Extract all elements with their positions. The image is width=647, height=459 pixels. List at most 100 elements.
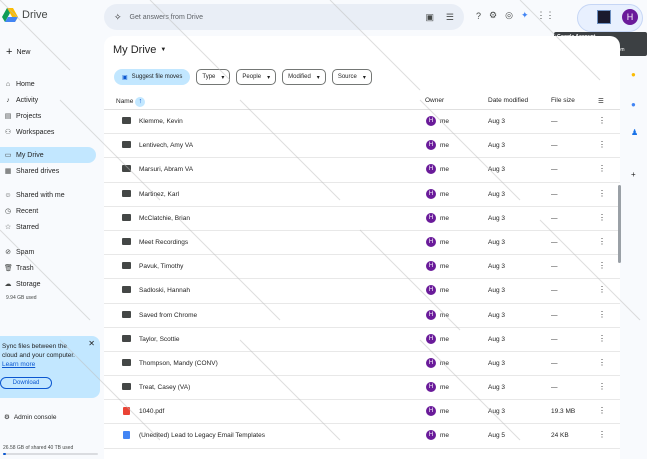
close-icon[interactable]: ✕: [88, 339, 95, 348]
more-options-icon[interactable]: ⋮: [598, 213, 606, 222]
more-options-icon[interactable]: ⋮: [598, 116, 606, 125]
file-name[interactable]: Martinez, Karl: [139, 191, 179, 198]
file-name[interactable]: Thompson, Mandy (CONV): [139, 360, 218, 367]
more-options-icon[interactable]: ⋮: [598, 285, 606, 294]
settings-icon[interactable]: ⚙: [489, 10, 497, 21]
file-name[interactable]: McClatchie, Brian: [139, 215, 190, 222]
file-size: —: [551, 238, 558, 246]
owner-avatar: H: [426, 333, 436, 344]
table-row[interactable]: McClatchie, Brian Hme Aug 3 — ⋮: [104, 207, 620, 231]
owner-avatar: H: [426, 357, 436, 368]
sidebar-item-shared-drives[interactable]: ▦ Shared drives: [0, 163, 96, 179]
admin-console-link[interactable]: ⚙ Admin console: [4, 413, 57, 422]
new-button[interactable]: + New: [2, 41, 42, 63]
file-name[interactable]: 1040.pdf: [139, 408, 164, 415]
download-button[interactable]: Download: [0, 377, 52, 389]
scrollbar[interactable]: [618, 185, 621, 263]
contacts-icon[interactable]: ♟: [631, 128, 638, 137]
table-row[interactable]: Meet Recordings Hme Aug 3 — ⋮: [104, 231, 620, 256]
people-icon: ☺: [4, 191, 12, 199]
tasks-icon[interactable]: ●: [631, 100, 636, 109]
table-row[interactable]: Klemme, Kevin Hme Aug 3 — ⋮: [104, 110, 620, 135]
file-name[interactable]: Klemme, Kevin: [139, 118, 183, 125]
more-options-icon[interactable]: ⋮: [598, 334, 606, 343]
sidebar-item-shared-with-me[interactable]: ☺ Shared with me: [0, 187, 96, 203]
filter-people[interactable]: People ▾: [236, 69, 277, 85]
column-name[interactable]: Name ↑: [116, 97, 146, 107]
table-row[interactable]: Marsuri, Abram VA Hme Aug 3 — ⋮: [104, 158, 620, 183]
filter-type[interactable]: Type ▾: [196, 69, 231, 85]
sort-arrow-icon[interactable]: ↑: [135, 97, 146, 107]
sort-options-icon[interactable]: ☰: [598, 97, 604, 105]
search-input[interactable]: Get answers from Drive: [130, 14, 204, 21]
table-row[interactable]: Saved from Chrome Hme Aug 3 — ⋮: [104, 304, 620, 328]
help-icon[interactable]: ?: [476, 11, 481, 21]
search-bar[interactable]: ✧ Get answers from Drive ▣ ☰: [104, 4, 464, 30]
more-options-icon[interactable]: ⋮: [598, 261, 606, 270]
suggest-file-moves-button[interactable]: ▣ Suggest file moves: [114, 69, 191, 85]
filter-bar: ▣ Suggest file moves Type ▾ People ▾ Modif…: [114, 69, 372, 85]
search-options-icon[interactable]: ☰: [446, 12, 454, 23]
file-name[interactable]: Sadloski, Hannah: [139, 287, 190, 294]
table-row[interactable]: Taylor, Scottie Hme Aug 3 — ⋮: [104, 328, 620, 352]
table-row[interactable]: Treat, Casey (VA) Hme Aug 3 — ⋮: [104, 376, 620, 401]
more-options-icon[interactable]: ⋮: [598, 310, 606, 319]
sidebar-item-activity[interactable]: ♪ Activity: [0, 92, 96, 108]
more-options-icon[interactable]: ⋮: [598, 140, 606, 149]
file-name[interactable]: Taylor, Scottie: [139, 336, 179, 343]
filter-modified[interactable]: Modified ▾: [282, 69, 326, 85]
more-options-icon[interactable]: ⋮: [598, 358, 606, 367]
sidebar-item-recent[interactable]: ◷ Recent: [0, 203, 96, 219]
account-avatar[interactable]: H: [622, 9, 638, 25]
more-options-icon[interactable]: ⋮: [598, 189, 606, 198]
sidebar-item-my-drive[interactable]: ▭ My Drive: [0, 147, 96, 163]
column-owner[interactable]: Owner: [425, 97, 444, 104]
admin-console-label: Admin console: [13, 413, 57, 421]
folder-icon: [122, 286, 131, 294]
sidebar-item-storage[interactable]: ☁ Storage: [0, 276, 96, 292]
apps-grid-icon[interactable]: ⋮⋮: [537, 10, 555, 21]
table-row[interactable]: Lentivech, Amy VA Hme Aug 3 — ⋮: [104, 134, 620, 159]
more-options-icon[interactable]: ⋮: [598, 430, 606, 439]
sidebar-item-label: Activity: [16, 96, 39, 104]
file-name[interactable]: Meet Recordings: [139, 239, 188, 246]
forms-icon[interactable]: ◎: [505, 10, 513, 21]
table-row[interactable]: 1040.pdf Hme Aug 3 19.3 MB ⋮: [104, 400, 620, 425]
dropdown-icon: ▾: [362, 74, 366, 81]
table-row[interactable]: (Unedited) Lead to Legacy Email Template…: [104, 424, 620, 449]
file-name[interactable]: Saved from Chrome: [139, 312, 197, 319]
gemini-icon[interactable]: ✦: [521, 10, 529, 21]
drive-logo[interactable]: Drive: [2, 8, 48, 22]
sidebar-item-starred[interactable]: ☆ Starred: [0, 219, 96, 235]
file-name[interactable]: Marsuri, Abram VA: [139, 166, 193, 173]
add-addon-icon[interactable]: +: [631, 170, 636, 179]
sidebar-item-home[interactable]: ⌂ Home: [0, 76, 96, 92]
table-row[interactable]: Sadloski, Hannah Hme Aug 3 — ⋮: [104, 279, 620, 304]
filter-source[interactable]: Source ▾: [331, 69, 372, 85]
date-modified: Aug 3: [488, 359, 505, 367]
sidebar-item-projects[interactable]: ▤ Projects: [0, 108, 96, 124]
sidebar-item-workspaces[interactable]: ⚇ Workspaces: [0, 124, 96, 140]
sidebar-item-spam[interactable]: ⊘ Spam: [0, 244, 96, 260]
more-options-icon[interactable]: ⋮: [598, 406, 606, 415]
file-name[interactable]: (Unedited) Lead to Legacy Email Template…: [139, 432, 265, 439]
owner-avatar: H: [426, 116, 436, 126]
more-options-icon[interactable]: ⋮: [598, 382, 606, 391]
devices-icon[interactable]: ▣: [425, 12, 434, 23]
page-title[interactable]: My Drive ▼: [113, 44, 166, 56]
file-name[interactable]: Lentivech, Amy VA: [139, 142, 193, 149]
keep-icon[interactable]: ●: [631, 70, 636, 79]
table-row[interactable]: Thompson, Mandy (CONV) Hme Aug 3 — ⋮: [104, 352, 620, 377]
more-options-icon[interactable]: ⋮: [598, 237, 606, 246]
more-options-icon[interactable]: ⋮: [598, 164, 606, 173]
sidebar-item-trash[interactable]: 🗑 Trash: [0, 260, 96, 276]
learn-more-link[interactable]: Learn more: [2, 360, 98, 369]
file-name[interactable]: Treat, Casey (VA): [139, 384, 190, 391]
column-date-modified[interactable]: Date modified: [488, 97, 528, 104]
storage-bar: [3, 453, 98, 455]
column-file-size[interactable]: File size: [551, 97, 575, 104]
file-name[interactable]: Pavuk, Timothy: [139, 263, 183, 270]
search-icon[interactable]: ✧: [114, 12, 122, 23]
table-row[interactable]: Pavuk, Timothy Hme Aug 3 — ⋮: [104, 255, 620, 280]
table-row[interactable]: Martinez, Karl Hme Aug 3 — ⋮: [104, 183, 620, 207]
